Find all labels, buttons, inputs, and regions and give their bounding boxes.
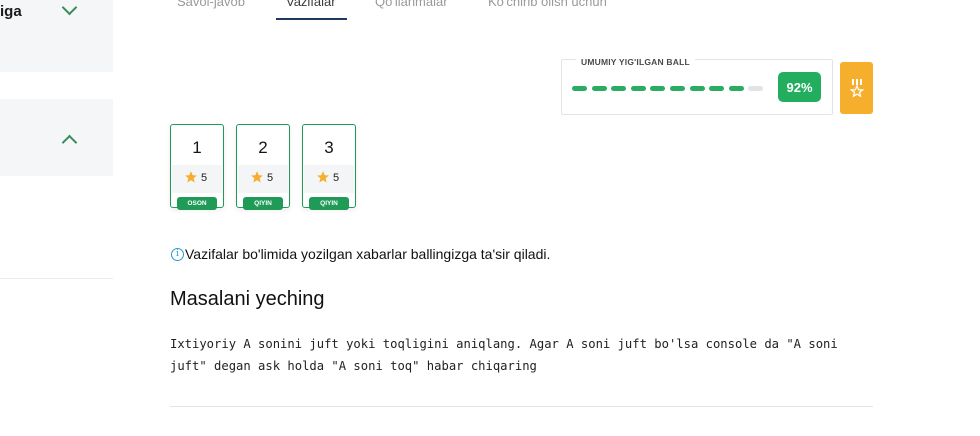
task-score-row: 5 xyxy=(304,165,354,193)
sidebar-section-1-label: iga xyxy=(0,3,22,20)
task-card-2[interactable]: 2 5 QIYIN xyxy=(236,124,290,210)
medal-button[interactable] xyxy=(840,62,873,114)
chevron-down-icon[interactable] xyxy=(61,0,78,16)
star-icon xyxy=(185,171,197,183)
problem-line-2: juft" degan ask holda "A soni toq" habar… xyxy=(170,359,537,373)
problem-title: Masalani yeching xyxy=(170,288,325,310)
progress-segment xyxy=(631,86,646,91)
star-icon xyxy=(317,171,329,183)
task-score-row: 5 xyxy=(172,165,222,193)
tab-qollanmalar[interactable]: Qo'llanmalar xyxy=(375,0,448,9)
sidebar: iga xyxy=(0,0,113,436)
difficulty-badge: OSON xyxy=(177,197,217,210)
problem-statement: Ixtiyoriy A sonini juft yoki toqligini a… xyxy=(170,333,880,377)
task-score-row: 5 xyxy=(238,165,288,193)
sidebar-section-2[interactable] xyxy=(0,99,113,176)
section-divider xyxy=(170,406,873,407)
difficulty-badge: QIYIN xyxy=(309,197,349,210)
progress-segment xyxy=(572,86,587,91)
progress-segment xyxy=(592,86,607,91)
progress-segment xyxy=(748,86,763,91)
tab-kochirib-olish[interactable]: Ko'chirib olish uchun xyxy=(488,0,607,9)
progress-segment xyxy=(729,86,744,91)
problem-line-1: Ixtiyoriy A sonini juft yoki toqligini a… xyxy=(170,337,838,351)
info-message: Vazifalar bo'limida yozilgan xabarlar ba… xyxy=(185,246,551,262)
task-score: 5 xyxy=(333,172,340,184)
difficulty-badge: QIYIN xyxy=(243,197,283,210)
task-card-1[interactable]: 1 5 OSON xyxy=(170,124,224,210)
sidebar-divider xyxy=(0,278,113,279)
progress-segment xyxy=(611,86,626,91)
tab-vazifalar[interactable]: Vazifalar xyxy=(286,0,336,9)
sidebar-section-1[interactable]: iga xyxy=(0,0,113,72)
task-score: 5 xyxy=(201,172,208,184)
progress-segment xyxy=(690,86,705,91)
progress-segment xyxy=(670,86,685,91)
progress-segment xyxy=(650,86,665,91)
task-number: 2 xyxy=(258,138,268,157)
progress-segment xyxy=(709,86,724,91)
tab-savol-javob[interactable]: Savol-javob xyxy=(177,0,245,9)
task-number: 3 xyxy=(324,138,334,157)
medal-icon xyxy=(849,79,864,97)
star-icon xyxy=(251,171,263,183)
info-icon: i xyxy=(171,248,184,261)
score-label: UMUMIY YIG'ILGAN BALL xyxy=(576,57,695,67)
chevron-up-icon[interactable] xyxy=(61,134,78,151)
task-number: 1 xyxy=(192,138,202,157)
active-tab-indicator xyxy=(276,18,347,20)
task-card-3[interactable]: 3 5 QIYIN xyxy=(302,124,356,210)
score-percent-badge: 92% xyxy=(778,72,821,102)
task-score: 5 xyxy=(267,172,274,184)
